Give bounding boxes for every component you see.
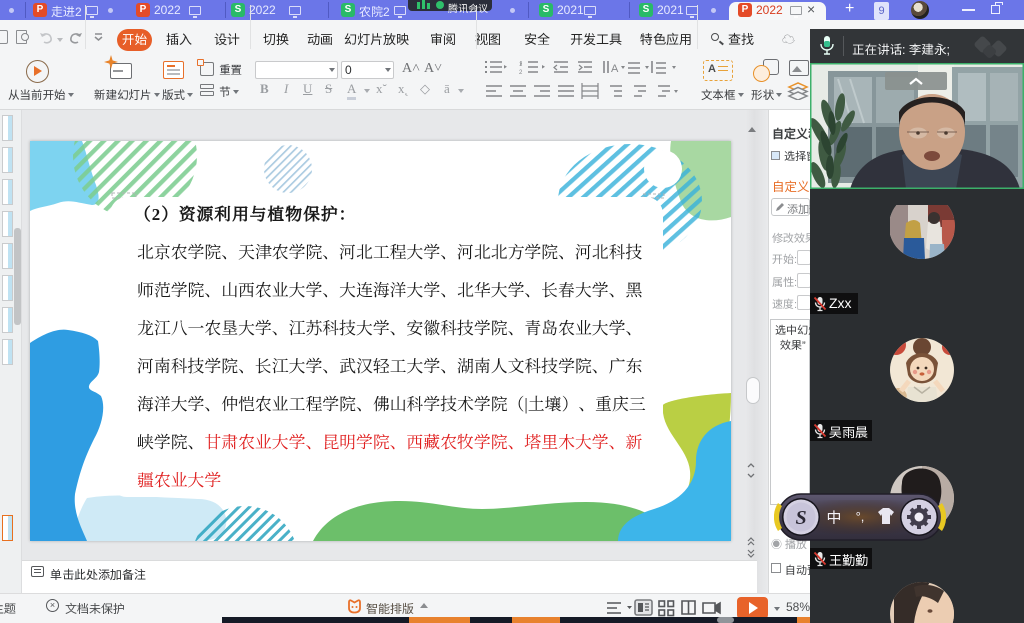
svg-text:中: 中 — [826, 507, 841, 528]
svg-text:°,: °, — [856, 509, 865, 524]
svg-text:A: A — [611, 63, 619, 75]
svg-text:1: 1 — [519, 62, 523, 68]
svg-text:S: S — [795, 507, 806, 529]
svg-text:2: 2 — [519, 70, 523, 76]
